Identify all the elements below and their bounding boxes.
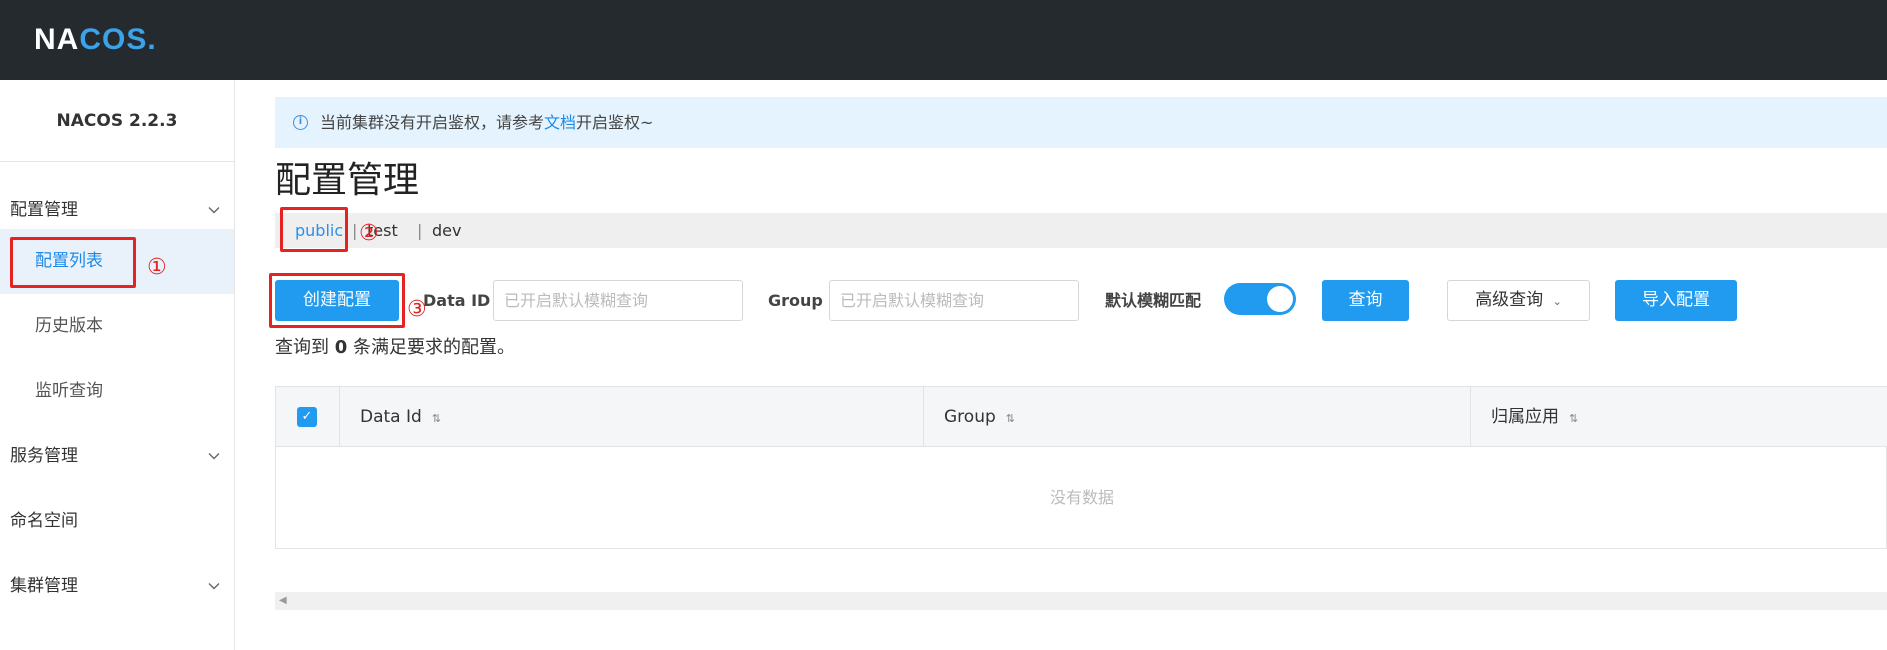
nacos-logo[interactable]: NACOS. [34,20,157,60]
sidebar-item-cluster-management[interactable]: 集群管理 [0,554,234,619]
main-content: i 当前集群没有开启鉴权，请参考文档开启鉴权~ 配置管理 public | te… [235,80,1887,650]
sidebar-item-label: 历史版本 [35,316,103,336]
sidebar-item-namespace[interactable]: 命名空间 [0,489,234,554]
dataid-input[interactable]: 已开启默认模糊查询 [493,280,743,321]
toggle-knob [1267,286,1293,312]
import-config-button[interactable]: 导入配置 [1615,280,1737,321]
namespace-dev[interactable]: dev [432,213,461,248]
info-icon: i [293,115,308,130]
chevron-down-icon [208,207,220,214]
fuzzy-match-label: 默认模糊匹配 [1105,291,1202,310]
page-title: 配置管理 [275,160,420,201]
sidebar-item-listener-query[interactable]: 监听查询 [0,359,234,424]
namespace-bar: public | test | dev [275,213,1887,248]
column-label: Group [944,407,996,427]
column-header-group[interactable]: Group ⇅ [924,387,1471,447]
namespace-separator: | [352,221,358,240]
column-header-dataid[interactable]: Data Id ⇅ [340,387,924,447]
empty-state: 没有数据 [1049,488,1114,507]
result-suffix: 条满足要求的配置。 [353,337,515,358]
sort-icon[interactable]: ⇅ [1569,389,1578,449]
notice-doc-link[interactable]: 文档 [544,113,576,132]
sort-icon[interactable]: ⇅ [1006,389,1015,449]
top-bar: NACOS. [0,0,1887,80]
chevron-down-icon [208,453,220,460]
chevron-down-icon: ⌄ [1552,295,1562,308]
sidebar-item-label: 监听查询 [35,381,103,401]
select-all-cell: ✓ [276,387,340,447]
advanced-query-label: 高级查询 [1475,290,1544,310]
notice-text: 当前集群没有开启鉴权，请参考 [320,113,545,132]
advanced-query-button[interactable]: 高级查询 ⌄ [1447,280,1590,321]
annotation-number-1: ① [147,255,167,280]
table-header: ✓ Data Id ⇅ Group ⇅ 归属应用 ⇅ [276,387,1887,447]
annotation-number-2: ② [359,221,379,246]
config-table: ✓ Data Id ⇅ Group ⇅ 归属应用 ⇅ 没有数据 [275,386,1887,549]
highlight-box-create-config [269,273,405,328]
result-count: 0 [334,337,348,358]
column-header-app[interactable]: 归属应用 ⇅ [1471,387,1887,447]
sidebar-item-service-management[interactable]: 服务管理 [0,424,234,489]
auth-notice-banner: i 当前集群没有开启鉴权，请参考文档开启鉴权~ [275,97,1887,148]
group-label: Group [768,291,823,310]
highlight-box-config-list [10,237,136,288]
notice-text-suffix: 开启鉴权~ [576,113,654,132]
result-prefix: 查询到 [275,337,329,358]
scroll-left-arrow-icon[interactable]: ◀ [279,595,287,607]
column-label: Data Id [360,407,422,427]
sort-icon[interactable]: ⇅ [432,389,441,449]
sidebar-item-label: 命名空间 [10,511,78,531]
dataid-label: Data ID [423,291,491,310]
select-all-checkbox[interactable]: ✓ [297,407,317,427]
fuzzy-match-toggle[interactable] [1224,283,1296,315]
query-button[interactable]: 查询 [1322,280,1409,321]
highlight-box-namespace [280,207,348,252]
namespace-separator: | [417,221,423,240]
sidebar: NACOS 2.2.3 配置管理 配置列表 历史版本 监听查询 服务管理 命名空… [0,80,235,650]
version-label: NACOS 2.2.3 [0,80,234,162]
horizontal-scrollbar[interactable]: ◀ [275,592,1887,610]
chevron-down-icon [208,583,220,590]
sidebar-item-label: 集群管理 [10,576,78,596]
column-label: 归属应用 [1491,407,1559,427]
group-input[interactable]: 已开启默认模糊查询 [829,280,1079,321]
sidebar-item-history[interactable]: 历史版本 [0,294,234,359]
result-summary: 查询到 0 条满足要求的配置。 [275,335,515,361]
sidebar-item-label: 配置管理 [10,200,78,220]
sidebar-item-label: 服务管理 [10,446,78,466]
